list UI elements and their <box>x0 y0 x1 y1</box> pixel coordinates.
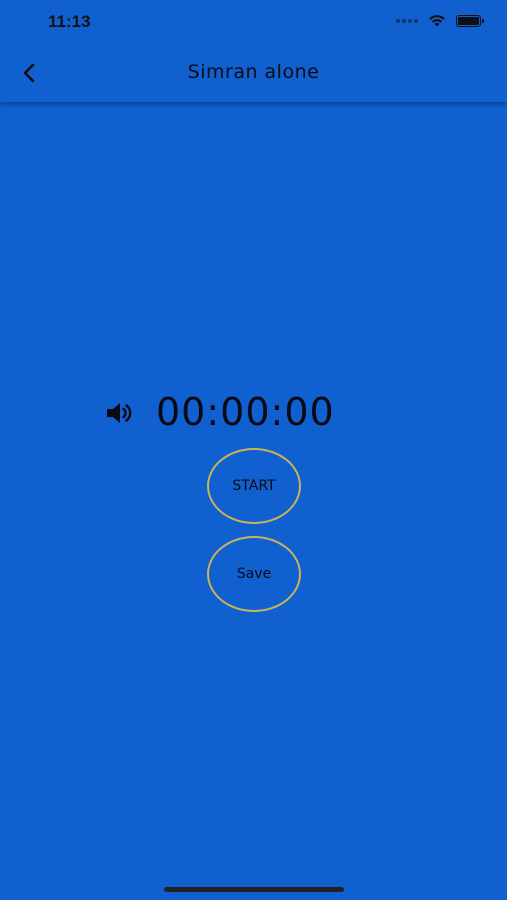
timer-row: 00:00:00 <box>104 390 335 434</box>
speaker-icon[interactable] <box>104 398 134 428</box>
page-title: Simran alone <box>187 61 320 83</box>
home-indicator <box>164 887 344 892</box>
wifi-icon <box>429 15 445 27</box>
timer-display: 00:00:00 <box>156 390 335 434</box>
start-button[interactable]: START <box>207 448 301 524</box>
navigation-bar: Simran alone <box>0 46 507 102</box>
status-bar: 11:13 <box>0 0 507 46</box>
status-time: 11:13 <box>48 12 91 31</box>
save-button[interactable]: Save <box>207 536 301 612</box>
battery-icon <box>456 14 484 27</box>
cellular-signal-icon <box>396 18 418 23</box>
status-icons <box>396 14 484 27</box>
